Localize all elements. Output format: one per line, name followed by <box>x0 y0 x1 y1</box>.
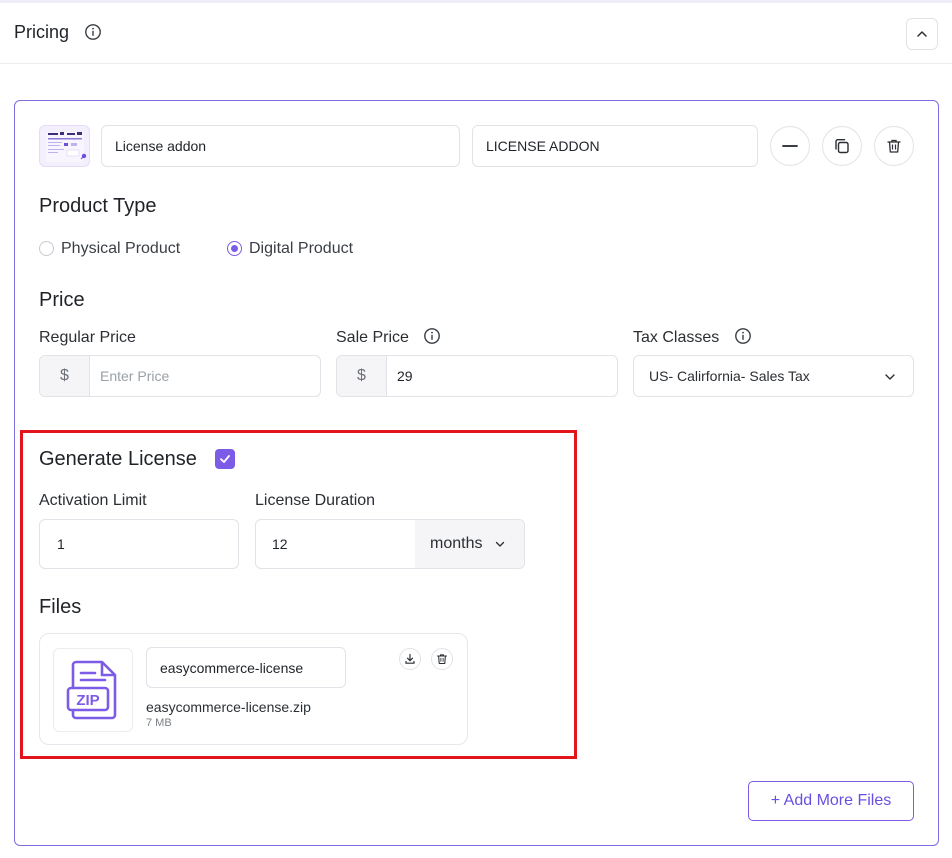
pricing-section-header: Pricing <box>0 3 952 64</box>
product-type-heading: Product Type <box>39 195 157 217</box>
product-slug-input[interactable]: LICENSE ADDON <box>472 125 758 167</box>
license-duration-group: 12 months <box>255 519 525 569</box>
duration-unit-value: months <box>430 535 483 552</box>
collapse-button[interactable] <box>906 18 938 50</box>
file-size: 7 MB <box>146 717 172 729</box>
generate-license-checkbox[interactable] <box>215 449 235 469</box>
activation-limit-input[interactable]: 1 <box>39 519 239 569</box>
download-icon <box>405 653 415 664</box>
file-item: ZIP easycommerce-license easycommerce-li… <box>39 633 468 745</box>
section-title: Pricing <box>14 22 70 42</box>
collapse-variant-button[interactable] <box>770 126 810 166</box>
activation-limit-label: Activation Limit <box>39 492 147 509</box>
files-heading: Files <box>39 596 82 618</box>
zip-file-icon: ZIP <box>66 660 117 720</box>
chevron-down-icon <box>495 541 505 547</box>
delete-file-button[interactable] <box>431 648 453 670</box>
info-icon[interactable] <box>84 23 102 41</box>
license-duration-label: License Duration <box>255 492 376 509</box>
zip-label: ZIP <box>76 692 99 709</box>
generate-license-heading: Generate License <box>39 448 197 470</box>
zip-file-thumbnail: ZIP <box>53 648 133 732</box>
product-thumbnail[interactable] <box>39 125 90 167</box>
info-icon[interactable] <box>423 327 441 345</box>
regular-price-placeholder: Enter Price <box>100 368 170 384</box>
regular-price-input[interactable]: $ Enter Price <box>39 355 321 397</box>
radio-physical-product-label[interactable]: Physical Product <box>61 240 180 258</box>
sale-price-label: Sale Price <box>336 329 409 346</box>
sale-price-value: 29 <box>397 368 413 384</box>
trash-icon <box>436 654 448 665</box>
minus-icon <box>782 145 798 147</box>
add-more-files-button[interactable]: + Add More Files <box>748 781 914 821</box>
trash-icon <box>887 139 901 153</box>
license-duration-input[interactable]: 12 <box>272 520 288 568</box>
checkmark-icon <box>220 455 230 463</box>
product-thumbnail-image <box>46 132 87 162</box>
file-filename: easycommerce-license.zip <box>146 699 311 715</box>
radio-digital-product[interactable] <box>227 241 242 256</box>
duplicate-button[interactable] <box>822 126 862 166</box>
duration-unit-select[interactable]: months <box>415 520 524 568</box>
radio-physical-product[interactable] <box>39 241 54 256</box>
tax-classes-value: US- Calirfornia- Sales Tax <box>649 368 810 384</box>
download-file-button[interactable] <box>399 648 421 670</box>
delete-variant-button[interactable] <box>874 126 914 166</box>
info-icon[interactable] <box>734 327 752 345</box>
price-heading: Price <box>39 289 85 311</box>
regular-price-label: Regular Price <box>39 329 136 346</box>
chevron-up-icon <box>917 31 927 37</box>
currency-prefix: $ <box>40 356 90 396</box>
copy-icon <box>835 139 849 154</box>
radio-digital-product-label[interactable]: Digital Product <box>249 240 353 258</box>
product-name-input[interactable]: License addon <box>101 125 460 167</box>
tax-classes-label: Tax Classes <box>633 329 720 346</box>
chevron-down-icon <box>885 374 895 380</box>
sale-price-input[interactable]: $ 29 <box>336 355 618 397</box>
tax-classes-select[interactable]: US- Calirfornia- Sales Tax <box>633 355 914 397</box>
currency-prefix: $ <box>337 356 387 396</box>
file-name-input[interactable]: easycommerce-license <box>146 647 346 688</box>
